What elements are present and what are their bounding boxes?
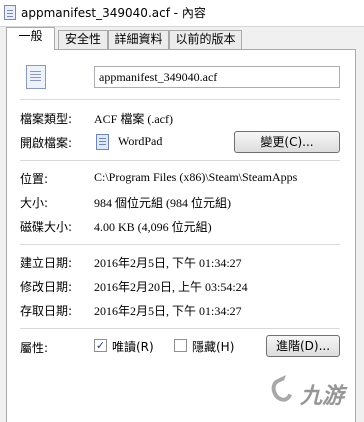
opens-with-label: 開啟檔案: — [20, 136, 73, 150]
disk-size-value: 4.00 KB (4,096 位元組) — [94, 220, 212, 234]
location-value: C:\Program Files (x86)\Steam\SteamApps — [94, 170, 298, 184]
checkbox-box[interactable] — [174, 339, 187, 352]
tab-general[interactable]: 一般 — [6, 27, 55, 50]
location-label: 位置: — [20, 172, 49, 186]
divider — [20, 160, 340, 161]
readonly-label: 唯讀(R) — [112, 340, 154, 354]
created-label: 建立日期: — [20, 256, 73, 270]
modified-value: 2016年2月20日, 上午 03:54:24 — [94, 280, 248, 294]
accessed-label: 存取日期: — [20, 304, 73, 318]
size-value: 984 個位元組 (984 位元組) — [94, 196, 231, 210]
tab-details[interactable]: 詳細資料 — [108, 30, 169, 49]
opens-with-value: WordPad — [118, 134, 163, 148]
attributes-label: 屬性: — [20, 341, 49, 355]
disk-size-label: 磁碟大小: — [20, 220, 73, 234]
title-bar: appmanifest_349040.acf - 內容 — [0, 0, 364, 27]
advanced-button[interactable]: 進階(D)... — [266, 335, 340, 357]
document-icon — [4, 5, 16, 20]
file-type-value: ACF 檔案 (.acf) — [94, 112, 173, 126]
file-type-label: 檔案類型: — [20, 112, 73, 126]
file-icon — [26, 65, 46, 89]
window-title: appmanifest_349040.acf - 內容 — [21, 6, 206, 20]
divider — [20, 244, 340, 245]
swirl-logo-icon — [267, 374, 297, 406]
watermark-text: 九游 — [300, 384, 345, 409]
tab-security[interactable]: 安全性 — [58, 30, 108, 49]
created-value: 2016年2月5日, 下午 01:34:27 — [94, 256, 242, 270]
tab-previous-versions[interactable]: 以前的版本 — [169, 30, 242, 49]
modified-label: 修改日期: — [20, 280, 73, 294]
accessed-value: 2016年2月5日, 下午 01:34:27 — [94, 304, 242, 318]
filename-field[interactable]: appmanifest_349040.acf — [94, 66, 340, 88]
divider — [20, 99, 340, 100]
watermark-logo: 九游 — [262, 364, 364, 422]
checkmark-icon[interactable]: ✓ — [94, 339, 107, 352]
size-label: 大小: — [20, 196, 49, 210]
hidden-label: 隱藏(H) — [192, 340, 235, 354]
divider — [20, 328, 340, 329]
change-button[interactable]: 變更(C)... — [234, 131, 340, 153]
wordpad-icon — [96, 134, 109, 150]
